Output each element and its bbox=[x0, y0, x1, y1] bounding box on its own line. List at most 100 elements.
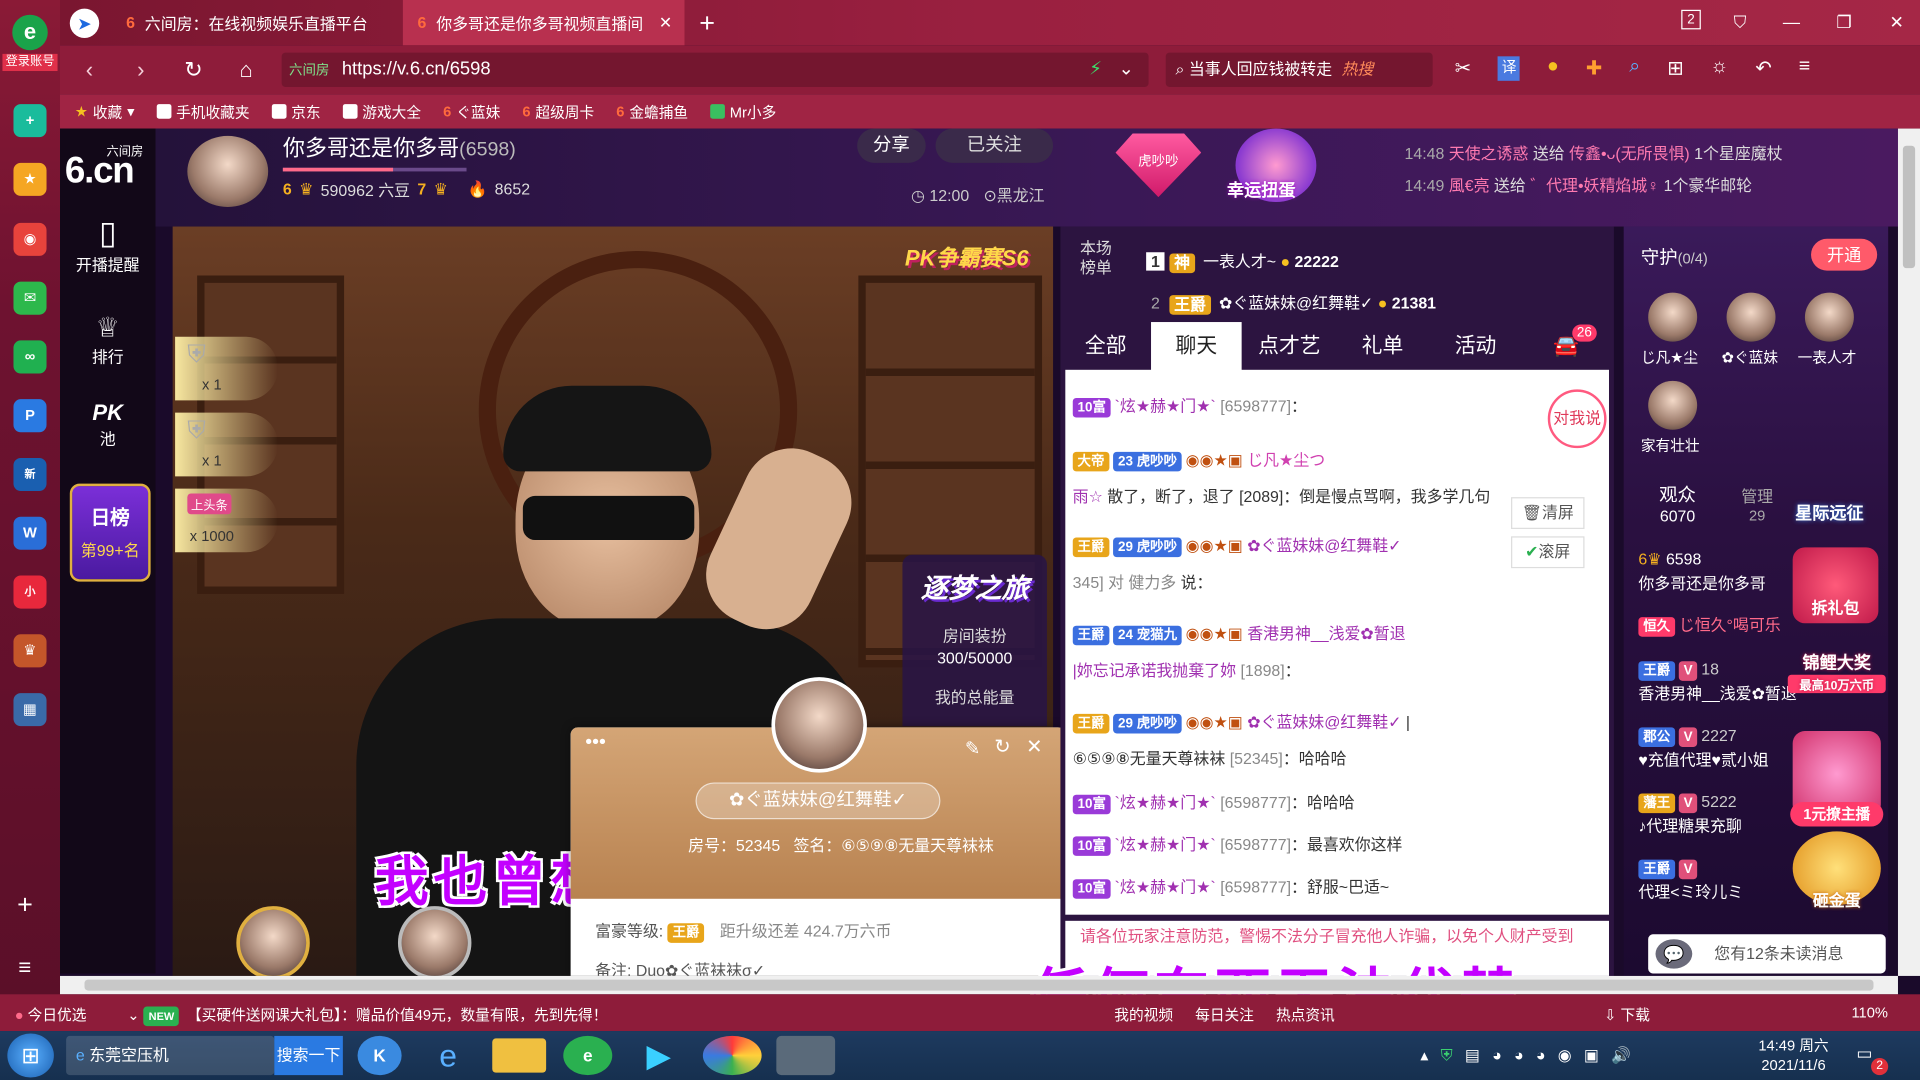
undo-icon[interactable]: ↶ bbox=[1755, 56, 1771, 80]
close-card-icon[interactable]: ✕ bbox=[1026, 735, 1042, 759]
browser-logo-icon[interactable]: e bbox=[12, 14, 48, 51]
taskbar-window[interactable]: e 东莞空压机 bbox=[66, 1035, 275, 1076]
chat-message[interactable]: |妳忘记承诺我抛棄了妳 [1898]： bbox=[1073, 659, 1602, 683]
say-to-me-button[interactable]: 对我说 bbox=[1547, 389, 1607, 449]
back-icon[interactable]: ‹ bbox=[76, 56, 103, 83]
msg-nick[interactable]: ⑥⑤⑨⑧无量天尊袜袜 bbox=[1073, 749, 1226, 767]
host-avatar[interactable] bbox=[187, 135, 269, 207]
tab-count-icon[interactable]: 2 bbox=[1681, 9, 1701, 30]
page-horizontal-scrollbar[interactable] bbox=[60, 975, 1898, 995]
tray-note-icon[interactable]: ▤ bbox=[1465, 1046, 1480, 1066]
tab-all[interactable]: 全部 bbox=[1060, 322, 1151, 371]
daily-rank-card[interactable]: 日榜 第99+名 bbox=[69, 483, 151, 582]
app-news-icon[interactable]: 新 bbox=[13, 457, 47, 492]
app-mail-icon[interactable]: ✉ bbox=[13, 281, 47, 315]
more-icon[interactable]: ••• bbox=[585, 732, 606, 754]
guard-member[interactable] bbox=[1726, 292, 1781, 347]
fan-board[interactable]: x 1 ⛨ bbox=[175, 412, 278, 477]
player-app-icon[interactable]: ▶ bbox=[634, 1036, 683, 1075]
bookmark-item[interactable]: 游戏大全 bbox=[342, 101, 421, 122]
koi-promo[interactable]: 锦鲤大奖 最高10万六币 bbox=[1787, 650, 1886, 711]
guard-member[interactable] bbox=[1648, 292, 1702, 347]
k-app-icon[interactable]: K bbox=[357, 1035, 402, 1076]
notice-from[interactable]: 風€亮 bbox=[1449, 176, 1490, 194]
msg-nick[interactable]: 香港男神__浅爱✿暂退 bbox=[1247, 624, 1405, 642]
chat-message[interactable]: 10富 `炫★赫★门★` [6598777]：舒服~巴适~ bbox=[1072, 876, 1602, 900]
bookmark-item[interactable]: 手机收藏夹 bbox=[156, 101, 250, 122]
app-game2-icon[interactable]: ▦ bbox=[13, 693, 47, 727]
viewer-row[interactable]: 王爵 V bbox=[1638, 856, 1796, 880]
clear-screen-button[interactable]: 🗑清屏 bbox=[1511, 497, 1585, 529]
msg-nick[interactable]: じ凡★尘つ bbox=[1247, 451, 1325, 469]
card-user-name[interactable]: ✿ぐ蓝妹妹@红舞鞋✓ bbox=[695, 782, 941, 820]
menu-list-icon[interactable]: ≡ bbox=[18, 955, 31, 981]
app-game-icon[interactable]: ♛ bbox=[13, 634, 47, 668]
viewers-tab[interactable]: 观众 6070 bbox=[1636, 481, 1719, 525]
rank-row[interactable]: 1 神 一表人才~ ● 22222 bbox=[1146, 241, 1436, 283]
tab-talent[interactable]: 点才艺 bbox=[1242, 322, 1338, 371]
tab-room[interactable]: 6 你多哥还是你多哥视频直播间 ✕ bbox=[402, 0, 685, 46]
viewer-row[interactable]: 王爵 V 18 bbox=[1638, 658, 1796, 682]
browser-app-icon[interactable]: e bbox=[563, 1035, 613, 1076]
guard-member[interactable] bbox=[1648, 380, 1702, 435]
ticker[interactable]: ● 今日优选 ⌄ NEW 【买硬件送网课大礼包】：赠品价值49元，数量有限，先到… bbox=[15, 1004, 608, 1026]
tray-penguin-icon[interactable]: ◕ bbox=[1492, 1046, 1502, 1066]
status-hot-news[interactable]: 热点资讯 bbox=[1276, 1004, 1335, 1025]
grid-icon[interactable]: ⊞ bbox=[1667, 56, 1683, 80]
msg-nick[interactable]: 雨☆ bbox=[1073, 487, 1103, 505]
star-expedition-banner[interactable]: 星际远征 bbox=[1795, 501, 1888, 533]
tray-shield-icon[interactable]: ⛨ bbox=[1441, 1046, 1453, 1066]
follow-button[interactable]: 已关注 bbox=[935, 128, 1054, 163]
flirt-promo[interactable]: 1元撩主播 bbox=[1790, 802, 1884, 827]
tray-up-icon[interactable]: ▴ bbox=[1420, 1046, 1428, 1066]
rank-row[interactable]: 2 王爵 ✿ぐ蓝妹妹@红舞鞋✓ ● 21381 bbox=[1146, 283, 1436, 325]
chat-message[interactable]: 345] 对 健力多 说： bbox=[1073, 571, 1602, 595]
bottom-user-avatar[interactable] bbox=[397, 906, 472, 976]
notice-to[interactable]: 传鑫•ᴗ(无所畏惧) bbox=[1569, 144, 1690, 162]
app-weibo-icon[interactable]: ◉ bbox=[13, 222, 47, 256]
bottom-user-avatar[interactable] bbox=[236, 906, 310, 976]
msg-nick[interactable]: 345] 对 健力多 bbox=[1073, 573, 1177, 591]
chat-message[interactable]: 10富 `炫★赫★门★` [6598777]：哈哈哈 bbox=[1072, 791, 1602, 815]
ie-app-icon[interactable]: e bbox=[424, 1036, 473, 1075]
tray-penguin-icon[interactable]: ◕ bbox=[1514, 1046, 1524, 1066]
notice-to[interactable]: ゛代理•妖精焰城♀ bbox=[1530, 176, 1659, 194]
url-field[interactable]: 六间房 https://v.6.cn/6598 ⚡ ⌄ bbox=[281, 52, 1149, 87]
app-plus-icon[interactable]: + bbox=[13, 104, 47, 138]
restore-icon[interactable]: ❐ bbox=[1832, 10, 1856, 34]
tray-network-icon[interactable]: ▣ bbox=[1584, 1046, 1599, 1066]
bookmark-item[interactable]: 6 超级周卡 bbox=[522, 101, 594, 122]
msg-nick[interactable]: ✿ぐ蓝妹妹@红舞鞋✓ bbox=[1247, 536, 1401, 554]
app-mini-icon[interactable]: 小 bbox=[13, 575, 47, 609]
close-window-icon[interactable]: ✕ bbox=[1885, 10, 1909, 34]
tray-penguin-icon[interactable]: ◕ bbox=[1536, 1046, 1546, 1066]
chevron-down-icon[interactable]: ⌄ bbox=[1118, 53, 1133, 87]
notice-from[interactable]: 天使之诱惑 bbox=[1449, 144, 1529, 162]
msg-nick[interactable]: `炫★赫★门★` bbox=[1115, 878, 1216, 896]
start-button[interactable]: ⊞ bbox=[7, 1033, 54, 1078]
nav-broadcast-remind[interactable]: ▯ 开播提醒 bbox=[60, 214, 156, 275]
pk-badge[interactable]: PK争霸赛S6 bbox=[905, 241, 1029, 273]
bookmark-item[interactable]: ★ 收藏 ▾ bbox=[75, 101, 135, 122]
lightning-icon[interactable]: ⚡ bbox=[1089, 53, 1102, 87]
auto-scroll-button[interactable]: ✔滚屏 bbox=[1511, 536, 1585, 569]
chat-message[interactable]: 10富 `炫★赫★门★` [6598777]：最喜欢你这样 bbox=[1072, 833, 1602, 857]
scissors-icon[interactable]: ✂ bbox=[1455, 56, 1471, 80]
nav-rank[interactable]: ♕ 排行 bbox=[60, 312, 156, 367]
clock[interactable]: 14:49 周六 2021/11/6 bbox=[1758, 1036, 1828, 1075]
chrome-app-icon[interactable] bbox=[702, 1035, 762, 1076]
close-tab-icon[interactable]: ✕ bbox=[659, 13, 672, 33]
tab-activity[interactable]: 活动 bbox=[1428, 322, 1524, 371]
search-input[interactable]: ⌕ 当事人回应钱被转走 热搜 bbox=[1165, 52, 1433, 87]
msg-nick[interactable]: `炫★赫★门★` bbox=[1115, 835, 1216, 853]
login-label[interactable]: 登录账号 bbox=[2, 53, 58, 72]
viewer-row[interactable]: 恒久 じ恒久°喝可乐 bbox=[1638, 613, 1796, 637]
msg-nick[interactable]: `炫★赫★门★` bbox=[1115, 793, 1216, 811]
fan-board[interactable]: x 1 ⛨ bbox=[175, 336, 278, 401]
bookmark-item[interactable]: Mr小多 bbox=[710, 101, 776, 122]
navigate-icon[interactable]: ➤ bbox=[69, 8, 100, 38]
status-download[interactable]: ⇩ 下载 bbox=[1604, 1004, 1650, 1025]
chat-message[interactable]: ⑥⑤⑨⑧无量天尊袜袜 [52345]：哈哈哈 bbox=[1073, 747, 1602, 771]
bookmark-item[interactable]: 6 金蟾捕鱼 bbox=[616, 101, 688, 122]
coin-icon[interactable]: ● bbox=[1547, 56, 1559, 80]
